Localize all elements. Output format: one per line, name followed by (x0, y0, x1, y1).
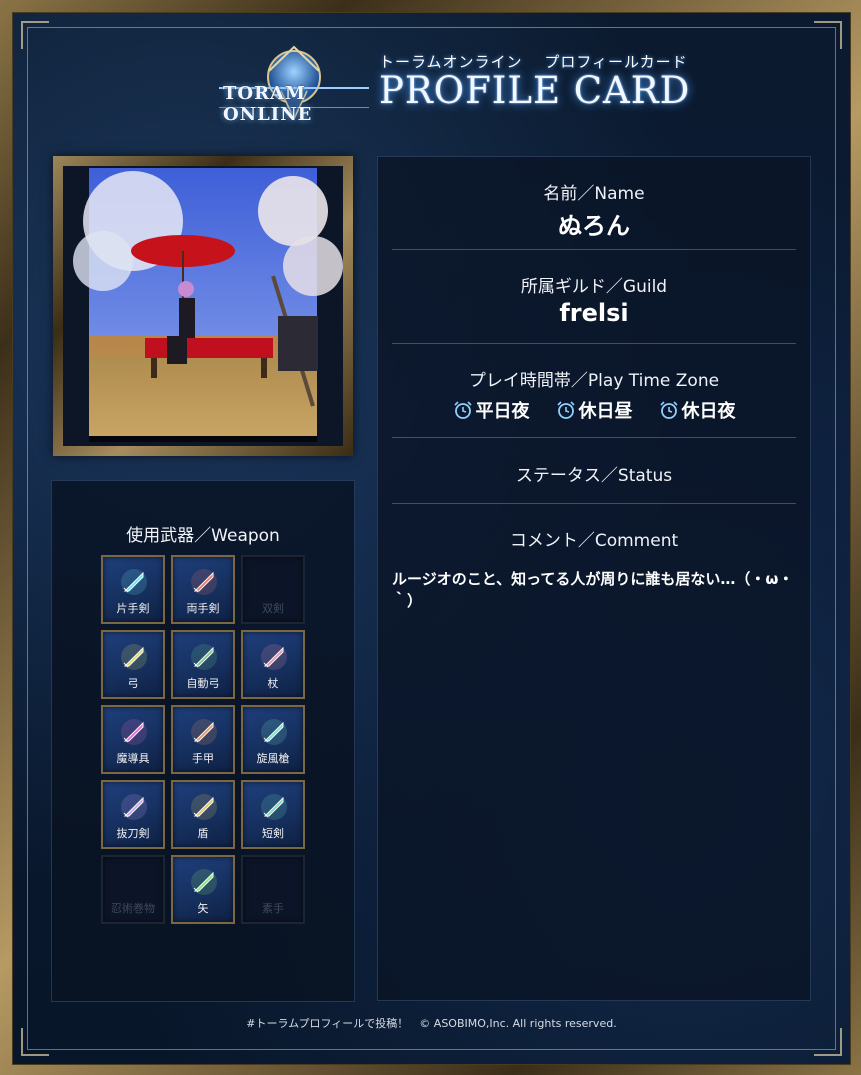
dagger-icon (261, 794, 287, 820)
alarm-clock-icon (659, 401, 678, 419)
bow-icon (121, 644, 147, 670)
magic-device-icon (121, 719, 147, 745)
weapon-label: 短剣 (262, 827, 284, 840)
footer-copyright: #トーラムプロフィールで投稿！ © ASOBIMO,Inc. All right… (246, 1017, 617, 1030)
weapon-cell: 弓 (101, 630, 165, 699)
logo-text: TORAM ONLINE (223, 83, 313, 125)
guild-label: 所属ギルド／Guild (520, 277, 668, 297)
weapon-label: 盾 (197, 827, 209, 840)
playtime-list: 平日夜 休日昼 休日夜 (392, 397, 796, 423)
playtime-item: 休日夜 (659, 397, 736, 423)
playtime-item: 休日昼 (556, 397, 633, 423)
profile-info-panel: 名前／Name ぬろん 所属ギルド／Guild frelsi プレイ時間帯／Pl… (377, 156, 811, 1001)
weapon-label: 双剣 (262, 602, 284, 615)
weapon-cell: 両手剣 (171, 555, 235, 624)
weapon-label: 矢 (197, 902, 209, 915)
profile-card: TORAM ONLINE トーラムオンライン プロフィールカード PROFILE… (12, 12, 851, 1065)
alarm-clock-icon (556, 401, 575, 419)
name-section: 名前／Name ぬろん (392, 179, 796, 241)
status-section: ステータス／Status (392, 461, 796, 486)
playtime-label: プレイ時間帯／Play Time Zone (468, 371, 720, 391)
weapon-cell: 旋風槍 (241, 705, 305, 774)
weapons-title: 使用武器／Weapon (126, 526, 280, 546)
shield-icon (191, 794, 217, 820)
comment-text: ルージオのこと、知ってる人が周りに誰も居ない…（・ω・｀） (392, 570, 794, 610)
playtime-text: 休日夜 (681, 401, 736, 422)
weapon-cell: 素手 (241, 855, 305, 924)
corner-ornament (814, 1028, 842, 1056)
weapon-cell: 抜刀剣 (101, 780, 165, 849)
corner-ornament (814, 21, 842, 49)
weapon-cell: 自動弓 (171, 630, 235, 699)
weapon-cell: 片手剣 (101, 555, 165, 624)
weapon-label: 旋風槍 (256, 752, 290, 765)
divider (392, 503, 796, 504)
katana-icon (121, 794, 147, 820)
toram-online-logo: TORAM ONLINE (209, 41, 379, 137)
bowgun-icon (191, 644, 217, 670)
weapon-label: 手甲 (192, 752, 214, 765)
status-label: ステータス／Status (515, 466, 673, 486)
guild-value: frelsi (559, 299, 629, 327)
staff-icon (261, 644, 287, 670)
weapon-label: 片手剣 (116, 602, 150, 615)
weapon-cell: 双剣 (241, 555, 305, 624)
divider (392, 343, 796, 344)
comment-label: コメント／Comment (509, 531, 679, 551)
weapon-label: 魔導具 (116, 752, 150, 765)
name-value: ぬろん (558, 212, 630, 240)
halberd-icon (261, 719, 287, 745)
weapon-label: 弓 (127, 677, 139, 690)
weapons-panel: 使用武器／Weapon 片手剣 両手剣 双剣弓 自動弓 杖魔導具 手甲 旋風槍抜刀剣 盾 短剣忍… (51, 480, 355, 1002)
weapon-label: 両手剣 (186, 602, 220, 615)
playtime-text: 休日昼 (578, 401, 633, 422)
weapon-label: 素手 (262, 902, 284, 915)
alarm-clock-icon (453, 401, 472, 419)
weapon-label: 自動弓 (186, 677, 220, 690)
divider (392, 249, 796, 250)
knuckles-icon (191, 719, 217, 745)
character-photo-frame (53, 156, 353, 456)
weapon-cell: 魔導具 (101, 705, 165, 774)
character-photo (63, 166, 343, 446)
name-label: 名前／Name (543, 184, 645, 204)
playtime-item: 平日夜 (453, 397, 530, 423)
playtime-text: 平日夜 (475, 401, 530, 422)
weapon-cell: 矢 (171, 855, 235, 924)
weapon-cell: 忍術巻物 (101, 855, 165, 924)
playtime-section: プレイ時間帯／Play Time Zone 平日夜 休日昼 休日夜 (392, 366, 796, 423)
weapon-label: 忍術巻物 (111, 902, 155, 915)
header-title: PROFILE CARD (379, 69, 691, 112)
card-outer-frame: TORAM ONLINE トーラムオンライン プロフィールカード PROFILE… (0, 0, 861, 1075)
weapon-label: 抜刀剣 (116, 827, 150, 840)
comment-section: コメント／Comment (392, 526, 796, 551)
guild-section: 所属ギルド／Guild frelsi (392, 272, 796, 327)
weapon-cell: 手甲 (171, 705, 235, 774)
weapon-cell: 杖 (241, 630, 305, 699)
arrow-icon (191, 869, 217, 895)
divider (392, 437, 796, 438)
weapon-cell: 盾 (171, 780, 235, 849)
weapon-cell: 短剣 (241, 780, 305, 849)
weapon-grid: 片手剣 両手剣 双剣弓 自動弓 杖魔導具 手甲 旋風槍抜刀剣 盾 短剣忍術巻物 矢 素手 (101, 555, 305, 927)
one-handed-sword-icon (121, 569, 147, 595)
weapon-label: 杖 (267, 677, 279, 690)
two-handed-sword-icon (191, 569, 217, 595)
corner-ornament (21, 21, 49, 49)
corner-ornament (21, 1028, 49, 1056)
character-screenshot (73, 168, 343, 442)
